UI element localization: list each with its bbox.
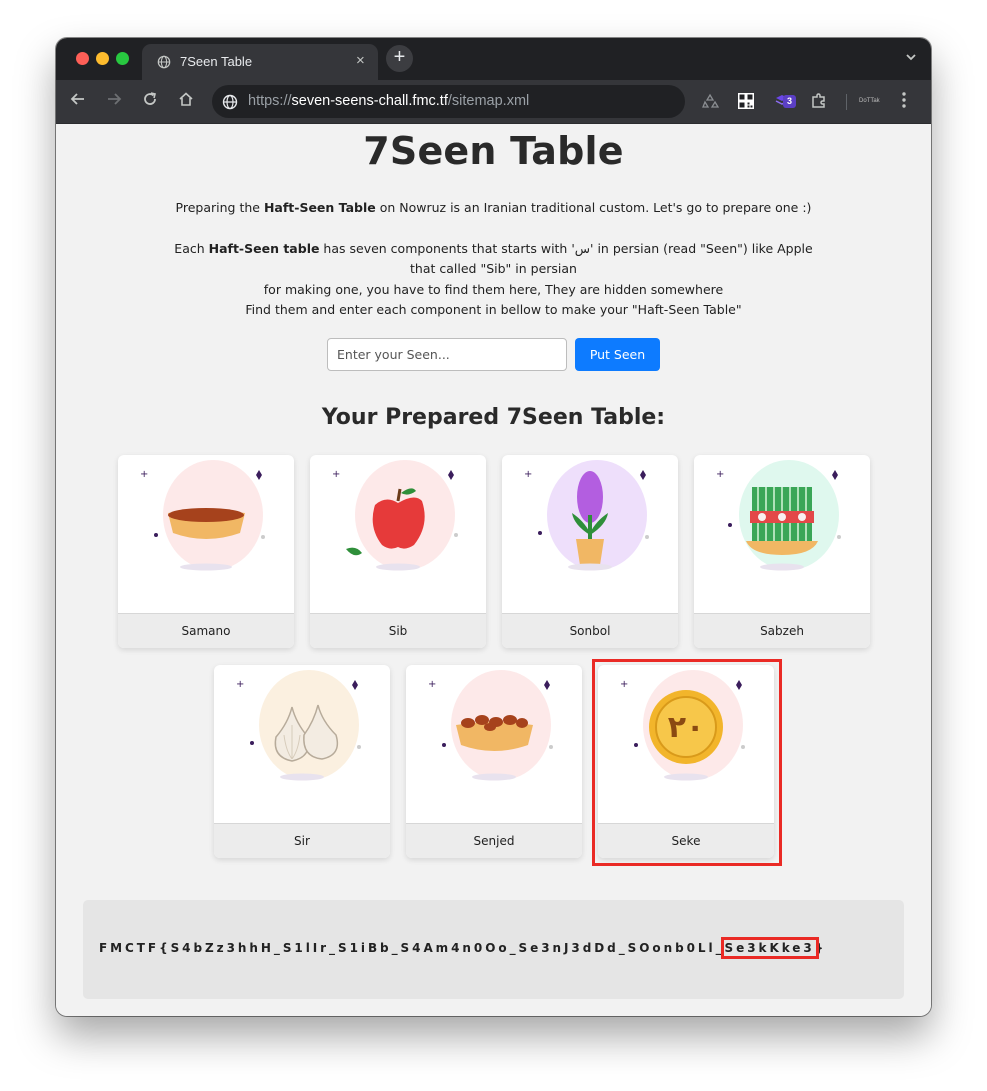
seen-caption: Senjed <box>406 823 582 858</box>
garlic-icon: + <box>236 670 361 781</box>
seen-card-sonbol: + Sonbol <box>502 455 678 648</box>
forward-button[interactable] <box>103 91 125 113</box>
seen-caption: Samano <box>118 613 294 648</box>
svg-text:+: + <box>140 469 148 480</box>
flag-text: FMCTF{S4bZz3hhH_S1lIr_S1iBb_S4Am4n0Oo_Se… <box>99 937 899 959</box>
flag-panel: FMCTF{S4bZz3hhH_S1lIr_S1iBb_S4Am4n0Oo_Se… <box>83 900 904 999</box>
seke-highlight-box <box>592 659 782 866</box>
page-title: 7Seen Table <box>363 129 624 173</box>
new-tab-button[interactable]: + <box>386 45 413 72</box>
home-button[interactable] <box>175 91 197 113</box>
hyacinth-icon: + <box>524 460 649 571</box>
svg-text:+: + <box>332 469 340 480</box>
more-menu-icon[interactable] <box>901 91 907 115</box>
seen-card-sir: + Sir <box>214 665 390 858</box>
seen-caption: Sir <box>214 823 390 858</box>
intro-text: Preparing the <box>175 200 264 215</box>
minimize-window-button[interactable] <box>96 52 109 65</box>
intro-text: on Nowruz is an Iranian traditional cust… <box>375 200 812 215</box>
flag-prefix: FMCTF{S4bZz3hhH_S1lIr_S1iBb_S4Am4n0Oo_Se… <box>99 941 725 955</box>
seen-card-sabzeh: + Sabzeh <box>694 455 870 648</box>
svg-text:+: + <box>428 679 436 690</box>
toolbar-divider <box>846 94 847 110</box>
seen-card-samano: + Samano <box>118 455 294 648</box>
senjed-bowl-icon: + <box>428 670 553 781</box>
apple-icon: + <box>332 460 458 571</box>
prepared-table-heading: Your Prepared 7Seen Table: <box>321 405 666 430</box>
puzzle-extensions-icon[interactable] <box>810 92 828 110</box>
reload-icon <box>144 92 156 105</box>
browser-window: 7Seen Table × + https://seven-seens-chal <box>56 38 931 1016</box>
wheatgrass-icon: + <box>716 460 841 571</box>
svg-text:+: + <box>524 469 532 480</box>
svg-text:+: + <box>716 469 724 480</box>
extension-badge: 3 <box>783 95 796 108</box>
page-content: 7Seen Table Preparing the Haft-Seen Tabl… <box>56 125 931 1016</box>
tab-close-icon[interactable]: × <box>356 52 365 69</box>
intro-line-3: that called "Sib" in persian <box>410 261 577 276</box>
back-button[interactable] <box>67 91 89 113</box>
svg-text:+: + <box>236 679 244 690</box>
intro-line-5: Find them and enter each component in be… <box>245 302 742 317</box>
address-bar[interactable]: https://seven-seens-chall.fmc.tf/sitemap… <box>212 85 685 118</box>
url-scheme: https:// <box>248 93 292 109</box>
arrow-right-icon <box>108 93 122 105</box>
intro-line-1: Preparing the Haft-Seen Table on Nowruz … <box>56 198 931 219</box>
seen-card-senjed: + Senjed <box>406 665 582 858</box>
tab-search-chevron-icon[interactable] <box>905 50 917 65</box>
reload-button[interactable] <box>139 91 161 113</box>
recycle-extension-icon[interactable] <box>701 92 719 110</box>
tab-title: 7Seen Table <box>180 54 253 69</box>
seen-caption: Sabzeh <box>694 613 870 648</box>
close-window-button[interactable] <box>76 52 89 65</box>
flag-highlighted-part: Se3kKke3 <box>720 937 819 959</box>
url-path: /sitemap.xml <box>447 93 530 109</box>
url-host: seven-seens-chall.fmc.tf <box>291 93 448 109</box>
browser-toolbar: https://seven-seens-chall.fmc.tf/sitemap… <box>56 80 931 124</box>
seen-card-sib: + Sib <box>310 455 486 648</box>
intro-text: has seven components that starts with 'س… <box>319 241 813 256</box>
title-bar: 7Seen Table × + <box>56 38 931 80</box>
intro-bold-haft-seen: Haft-Seen Table <box>263 200 376 215</box>
maximize-window-button[interactable] <box>116 52 129 65</box>
intro-line-2: Each Haft-Seen table has seven component… <box>56 239 931 260</box>
home-icon <box>179 92 193 106</box>
flag-suffix: } <box>814 941 827 955</box>
browser-tab[interactable]: 7Seen Table × <box>142 44 378 80</box>
put-seen-button[interactable]: Put Seen <box>575 338 660 371</box>
qr-code-icon[interactable] <box>737 92 755 110</box>
seen-input[interactable] <box>327 338 567 371</box>
globe-icon <box>157 55 171 69</box>
site-info-icon[interactable] <box>222 94 238 110</box>
intro-line-4: for making one, you have to find them he… <box>263 282 724 297</box>
url-text: https://seven-seens-chall.fmc.tf/sitemap… <box>248 93 529 109</box>
arrow-left-icon <box>70 93 84 105</box>
intro-bold-haft-seen-table: Haft-Seen table <box>208 241 320 256</box>
intro-text: Each <box>174 241 209 256</box>
seen-caption: Sonbol <box>502 613 678 648</box>
seen-caption: Sib <box>310 613 486 648</box>
samanu-bowl-icon: + <box>140 460 265 571</box>
profile-button[interactable]: DoTTak <box>859 92 880 110</box>
